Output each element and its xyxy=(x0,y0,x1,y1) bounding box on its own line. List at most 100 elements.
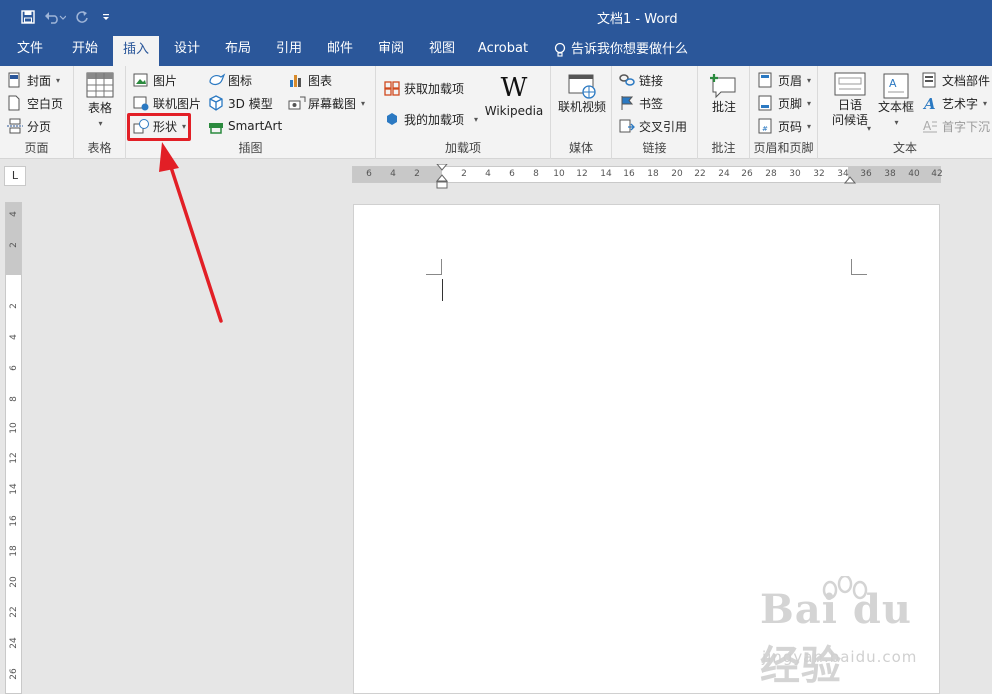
chevron-down-icon: ▾ xyxy=(807,75,812,85)
wordart-button[interactable]: A 艺术字 ▾ xyxy=(922,93,987,113)
bookmark-button[interactable]: 书签 xyxy=(619,93,663,113)
customize-toolbar-icon[interactable] xyxy=(94,6,118,28)
chart-icon xyxy=(288,72,304,88)
footer-button[interactable]: 页脚 ▾ xyxy=(758,93,811,113)
margin-corner-mark xyxy=(851,259,867,275)
picture-icon xyxy=(133,72,149,88)
ruler-tick: 4 xyxy=(390,169,396,179)
tab-design[interactable]: 设计 xyxy=(164,34,210,66)
group-addins: 获取加载项 我的加载项 ▾ W Wikipedia 加载项 xyxy=(376,66,551,159)
group-comments: 批注 批注 xyxy=(698,66,750,159)
right-indent-marker-icon[interactable] xyxy=(844,175,856,184)
icons-label: 图标 xyxy=(228,73,253,88)
margin-corner-mark xyxy=(426,259,442,275)
chart-button[interactable]: 图表 xyxy=(288,70,332,90)
blank-page-label: 空白页 xyxy=(27,96,64,111)
tab-layout[interactable]: 布局 xyxy=(215,34,261,66)
screenshot-button[interactable]: 屏幕截图 ▾ xyxy=(288,93,365,113)
smartart-label: SmartArt xyxy=(228,119,283,133)
icons-button[interactable]: 图标 xyxy=(208,70,252,90)
undo-icon[interactable] xyxy=(40,6,70,28)
tab-references[interactable]: 引用 xyxy=(266,34,312,66)
ruler-tick: 14 xyxy=(9,483,19,495)
page-break-icon xyxy=(7,118,23,134)
pictures-label: 图片 xyxy=(153,73,178,88)
ruler-tick: 12 xyxy=(576,169,588,179)
vertical-ruler[interactable]: 4 2 2 4 6 8 10 12 14 16 18 20 22 24 26 xyxy=(5,202,22,694)
page-number-icon: # xyxy=(758,118,774,134)
watermark-url: jingyan.baidu.com xyxy=(762,648,918,666)
ruler-tick: 42 xyxy=(931,169,943,179)
link-button[interactable]: 链接 xyxy=(619,70,663,90)
textbox-button[interactable]: A 文本框 ▾ xyxy=(874,72,918,130)
indent-marker-icon[interactable] xyxy=(436,164,450,190)
dropcap-button[interactable]: A 首字下沉 xyxy=(922,116,990,136)
ruler-tick: 12 xyxy=(9,452,19,464)
title-bar: 文档1 - Word xyxy=(0,0,992,34)
comment-button[interactable]: 批注 xyxy=(704,72,744,115)
page-break-button[interactable]: 分页 xyxy=(7,116,51,136)
save-icon[interactable] xyxy=(16,6,40,28)
greeting-card-icon xyxy=(834,72,866,98)
japanese-greeting-button[interactable]: 日语 问候语 xyxy=(824,72,876,128)
ruler-tick: 2 xyxy=(9,242,19,248)
page-number-button[interactable]: # 页码 ▾ xyxy=(758,116,811,136)
redo-icon[interactable] xyxy=(70,6,94,28)
ruler-tick: 18 xyxy=(9,545,19,557)
ruler-tick: 38 xyxy=(884,169,896,179)
quick-access-toolbar xyxy=(16,6,118,28)
online-pictures-button[interactable]: 联机图片 xyxy=(133,93,201,113)
ruler-tick: 4 xyxy=(485,169,491,179)
ruler-tick: 26 xyxy=(9,668,19,680)
textbox-label: 文本框 xyxy=(877,100,914,114)
cover-page-button[interactable]: 封面 ▾ xyxy=(7,70,60,90)
group-label-comments: 批注 xyxy=(711,141,736,155)
tell-me-text: 告诉我你想要做什么 xyxy=(571,42,689,57)
tab-mailings[interactable]: 邮件 xyxy=(317,34,363,66)
horizontal-ruler[interactable]: 6 4 2 2 4 6 8 10 12 14 16 18 20 22 24 26… xyxy=(352,164,943,189)
tab-home[interactable]: 开始 xyxy=(62,34,108,66)
pictures-button[interactable]: 图片 xyxy=(133,70,177,90)
chevron-down-icon: ▾ xyxy=(983,98,988,108)
tab-view[interactable]: 视图 xyxy=(419,34,465,66)
tell-me-box[interactable]: 告诉我你想要做什么 xyxy=(553,34,688,66)
group-label-text: 文本 xyxy=(892,141,917,155)
get-addins-label: 获取加载项 xyxy=(404,81,465,96)
ruler-tick: 6 xyxy=(366,169,372,179)
ruler-tick: 36 xyxy=(860,169,872,179)
chevron-down-icon: ▾ xyxy=(361,98,366,108)
tab-selector[interactable]: L xyxy=(4,166,26,186)
tab-acrobat[interactable]: Acrobat xyxy=(472,34,534,66)
3d-models-button[interactable]: 3D 模型 xyxy=(208,93,273,113)
quick-parts-button[interactable]: 文档部件 xyxy=(922,70,990,90)
chevron-down-icon: ▾ xyxy=(474,114,479,124)
svg-text:A: A xyxy=(922,95,936,111)
my-addins-button[interactable]: 我的加载项 ▾ xyxy=(384,109,478,129)
get-addins-button[interactable]: 获取加载项 xyxy=(384,78,464,98)
header-button[interactable]: 页眉 ▾ xyxy=(758,70,811,90)
bookmark-label: 书签 xyxy=(639,96,664,111)
tab-review[interactable]: 审阅 xyxy=(368,34,414,66)
shapes-highlight-box xyxy=(127,113,191,141)
footer-icon xyxy=(758,95,774,111)
online-video-button[interactable]: 联机视频 xyxy=(555,72,609,115)
smartart-button[interactable]: SmartArt xyxy=(208,116,282,136)
table-button[interactable]: 表格 ▾ xyxy=(82,72,118,131)
store-icon xyxy=(384,80,400,96)
wikipedia-button[interactable]: W Wikipedia xyxy=(482,74,546,119)
ruler-tick: 10 xyxy=(9,422,19,434)
tab-insert[interactable]: 插入 xyxy=(113,36,159,66)
ruler-tick: 8 xyxy=(9,396,19,402)
cross-reference-button[interactable]: 交叉引用 xyxy=(619,116,687,136)
online-picture-icon xyxy=(133,95,149,111)
group-label-media: 媒体 xyxy=(568,141,593,155)
ruler-tick: 6 xyxy=(509,169,515,179)
ruler-tick: 18 xyxy=(647,169,659,179)
blank-page-button[interactable]: 空白页 xyxy=(7,93,63,113)
icons-icon xyxy=(208,72,226,88)
tab-file[interactable]: 文件 xyxy=(8,34,52,66)
chevron-down-icon[interactable]: ▾ xyxy=(867,124,871,133)
wordart-icon: A xyxy=(922,95,938,111)
page-number-label: 页码 xyxy=(778,119,803,134)
comment-label: 批注 xyxy=(711,100,736,114)
